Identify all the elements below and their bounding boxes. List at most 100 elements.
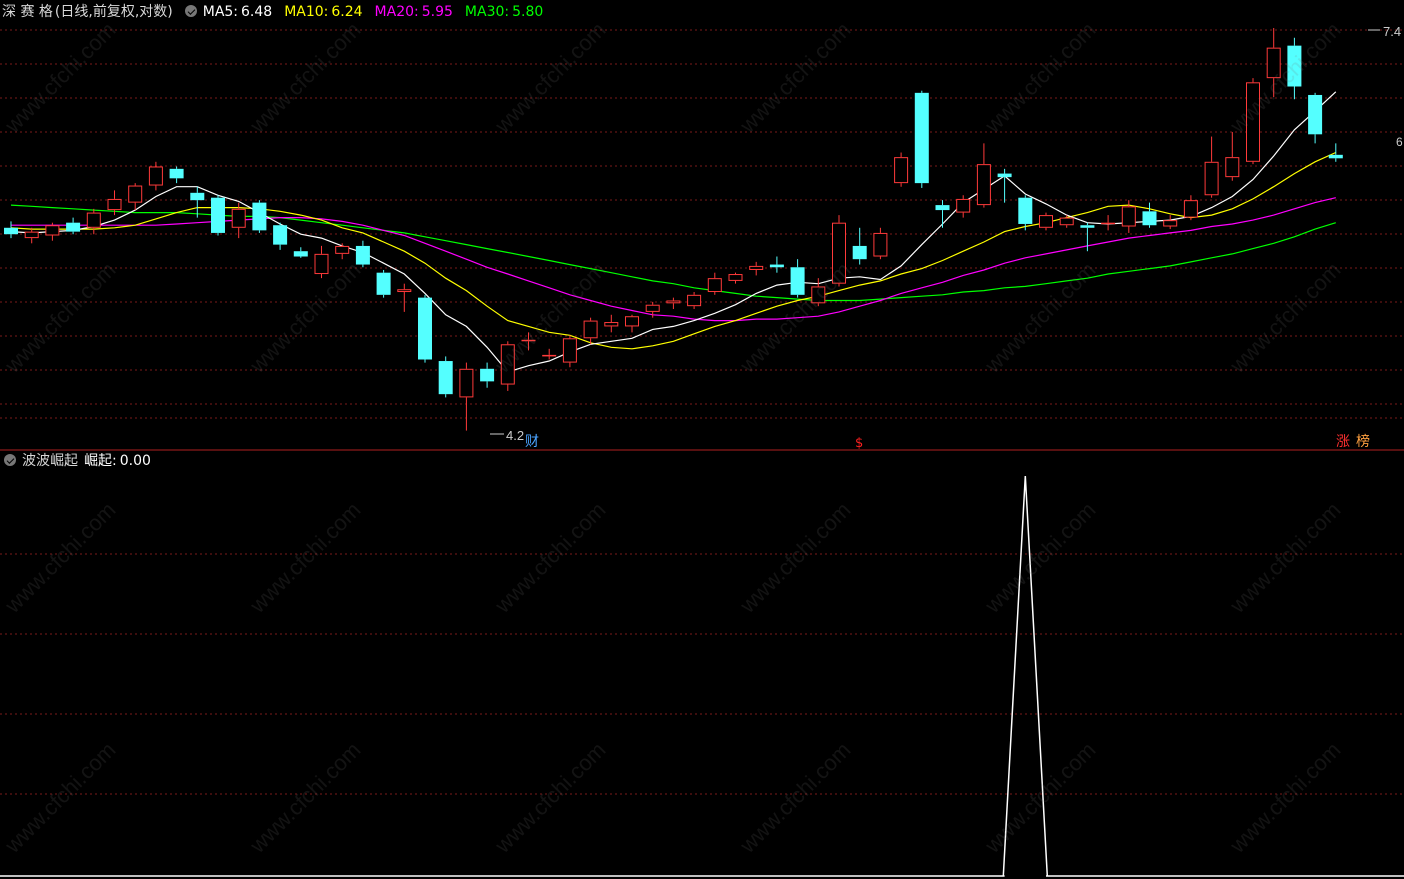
- candle-body-down: [852, 245, 867, 260]
- marker-finance[interactable]: 财: [525, 434, 539, 450]
- candle[interactable]: [1183, 195, 1198, 221]
- marker-limit-up[interactable]: 涨: [1336, 434, 1350, 450]
- candle[interactable]: [211, 195, 225, 236]
- ma30-value: 5.80: [512, 4, 544, 20]
- ma5-label: MA5:: [202, 4, 239, 20]
- candle[interactable]: [749, 261, 764, 276]
- candle[interactable]: [873, 227, 888, 260]
- candle-body-down: [914, 92, 929, 184]
- candle[interactable]: [625, 314, 639, 333]
- candle[interactable]: [666, 297, 681, 310]
- candle-body-up: [894, 157, 909, 184]
- candle[interactable]: [832, 215, 846, 287]
- candle[interactable]: [169, 166, 184, 184]
- ma10-value: 6.24: [331, 4, 363, 20]
- candle[interactable]: [355, 240, 370, 268]
- candle[interactable]: [86, 208, 101, 235]
- candle[interactable]: [728, 272, 743, 284]
- ma30-label: MA30:: [464, 4, 510, 20]
- candle[interactable]: [252, 200, 267, 233]
- ma20-legend: MA20: 5.95: [375, 4, 459, 20]
- candle[interactable]: [521, 332, 536, 351]
- settings-gear-icon[interactable]: [184, 5, 197, 17]
- candle-body-down: [769, 264, 784, 268]
- candle-body-down: [997, 173, 1012, 178]
- candle[interactable]: [852, 227, 867, 265]
- candle-body-up: [707, 278, 722, 293]
- candle[interactable]: [45, 222, 60, 241]
- candle-body-down: [273, 225, 288, 245]
- candle-body-up: [335, 245, 350, 254]
- candle-body-up: [1225, 157, 1240, 178]
- indicator-signal[interactable]: [0, 475, 1404, 877]
- candle[interactable]: [1225, 132, 1240, 181]
- event-markers[interactable]: 财 $ 涨 榜: [525, 433, 1370, 451]
- main-header: 深 赛 格 (日线,前复权,对数) MA5: 6.48 MA10: 6.24 MA20: 5.…: [2, 1, 555, 23]
- candle[interactable]: [1142, 202, 1157, 228]
- candle[interactable]: [66, 217, 81, 235]
- candle[interactable]: [976, 143, 991, 208]
- candle-body-up: [562, 338, 577, 363]
- candle[interactable]: [293, 247, 308, 258]
- candle[interactable]: [314, 245, 329, 279]
- candle[interactable]: [397, 283, 412, 312]
- candle[interactable]: [1328, 143, 1343, 162]
- candle[interactable]: [935, 200, 950, 228]
- indicator-name[interactable]: 波波崛起: [22, 453, 78, 469]
- stock-name[interactable]: 深 赛 格: [2, 4, 53, 20]
- candle[interactable]: [956, 195, 971, 218]
- candle-body-down: [4, 227, 18, 235]
- ma10-line: [10, 151, 1337, 350]
- candle[interactable]: [914, 90, 929, 188]
- candle[interactable]: [687, 292, 702, 310]
- candle[interactable]: [1266, 28, 1281, 98]
- candle-body-up: [459, 368, 474, 398]
- candle[interactable]: [438, 356, 453, 398]
- ma5-line: [10, 91, 1337, 373]
- candle[interactable]: [459, 362, 474, 431]
- candle-body-up: [1059, 217, 1074, 226]
- candle-body-up: [24, 231, 39, 239]
- candle[interactable]: [1163, 215, 1178, 230]
- candle[interactable]: [583, 317, 598, 345]
- candle[interactable]: [128, 183, 143, 211]
- candle[interactable]: [894, 152, 909, 187]
- candle-body-up: [976, 164, 991, 206]
- candle-body-up: [397, 289, 412, 293]
- candle[interactable]: [1246, 78, 1260, 165]
- ma20-label: MA20:: [374, 4, 419, 20]
- candle-body-down: [1308, 94, 1323, 135]
- candle[interactable]: [604, 314, 619, 333]
- candle-body-down: [1142, 211, 1157, 226]
- candle-body-up: [86, 212, 101, 228]
- candle[interactable]: [997, 168, 1012, 203]
- candle[interactable]: [542, 348, 557, 360]
- candle-body-up: [314, 253, 329, 275]
- candle-body-down: [1018, 197, 1033, 224]
- candle-body-up: [1183, 200, 1198, 218]
- candle[interactable]: [562, 335, 577, 368]
- candle[interactable]: [1308, 92, 1323, 144]
- candle[interactable]: [480, 362, 495, 388]
- candle[interactable]: [790, 259, 805, 298]
- candle[interactable]: [273, 222, 288, 250]
- marker-ranking[interactable]: 榜: [1356, 433, 1370, 450]
- marker-dollar[interactable]: $: [855, 436, 863, 451]
- indicator-value-label: 崛起:: [84, 453, 117, 469]
- candle[interactable]: [24, 227, 39, 244]
- candle[interactable]: [769, 256, 784, 273]
- candle[interactable]: [335, 243, 350, 260]
- indicator-gear-icon[interactable]: [4, 454, 16, 466]
- candle[interactable]: [500, 341, 515, 391]
- signal-line[interactable]: [0, 475, 1404, 877]
- candle[interactable]: [1039, 212, 1053, 231]
- candle-body-up: [1204, 161, 1219, 196]
- candle[interactable]: [376, 269, 391, 298]
- candle[interactable]: [1101, 215, 1116, 231]
- candle[interactable]: [418, 294, 432, 363]
- candle[interactable]: [1287, 37, 1302, 100]
- candle[interactable]: [4, 221, 18, 239]
- candle-body-up: [1121, 206, 1136, 227]
- candle[interactable]: [707, 272, 722, 295]
- candle[interactable]: [1204, 136, 1219, 198]
